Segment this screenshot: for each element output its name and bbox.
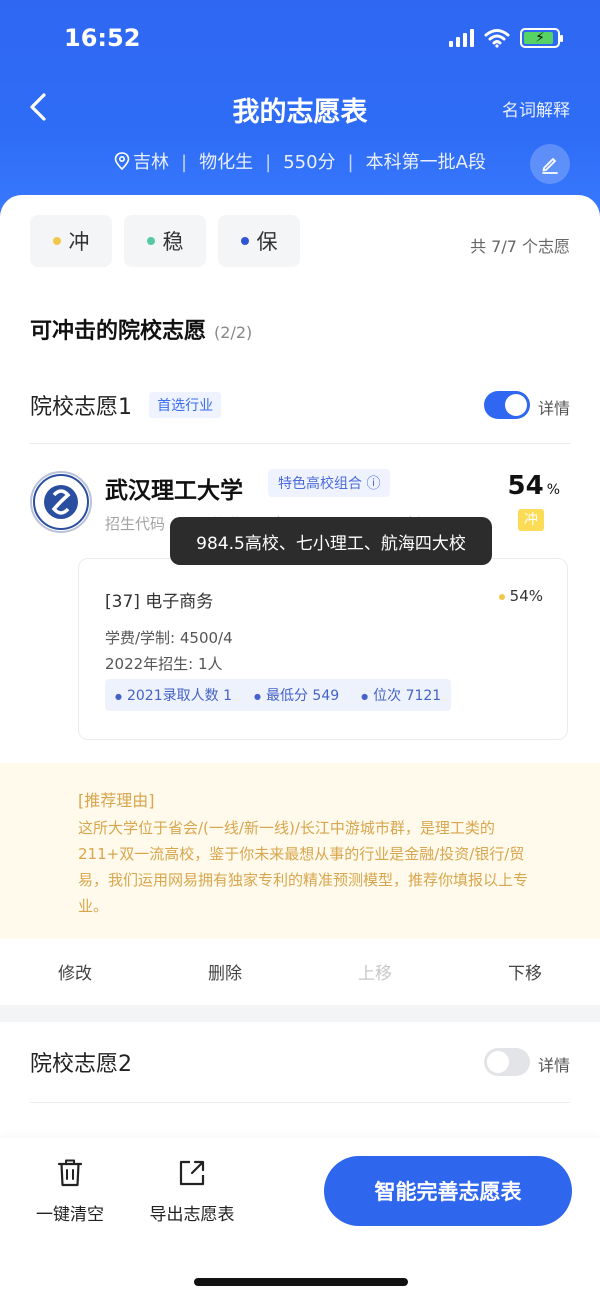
choice-label: 院校志愿2 (30, 1052, 132, 1077)
details-toggle[interactable] (484, 391, 530, 419)
section-title: 可冲击的院校志愿 (2/2) (30, 313, 252, 345)
edit-profile-button[interactable] (530, 144, 570, 184)
signal-icon (449, 29, 474, 47)
details-toggle[interactable] (484, 1048, 530, 1076)
profile-summary: 吉林 | 物化生 | 550分 | 本科第一批A段 (0, 148, 600, 174)
filter-chip-bao[interactable]: 保 (218, 215, 300, 267)
feature-tag[interactable]: 特色高校组合 ⓘ (268, 469, 391, 497)
major-probability: 54% (498, 587, 543, 605)
nav-bar: 我的志愿表 名词解释 (0, 86, 600, 132)
home-indicator (194, 1278, 408, 1286)
probability-dot (498, 593, 505, 600)
choice-card-1: 院校志愿1 首选行业 详情 武汉理工大学 特色高校组合 ⓘ 招生代码 4208 … (0, 365, 600, 1005)
delete-button[interactable]: 删除 (150, 943, 300, 1005)
status-icons: ⚡ (449, 28, 563, 48)
probability-value: 54 (507, 471, 544, 501)
reason-title: [推荐理由] (78, 791, 155, 810)
move-up-button: 上移 (358, 964, 392, 984)
profile-subjects: 物化生 (199, 152, 254, 173)
stat-admitted: 2021录取人数 1 (115, 685, 232, 705)
risk-badge: 冲 (518, 509, 544, 531)
battery-icon: ⚡ (520, 28, 563, 48)
filter-chip-wen[interactable]: 稳 (124, 215, 206, 267)
filter-sheet: 冲 稳 保 共 7/7 个志愿 可冲击的院校志愿 (2/2) (0, 195, 600, 365)
recommendation-reason: [推荐理由] 这所大学位于省会/(一线/新一线)/长江中游城市群，是理工类的21… (0, 763, 600, 939)
tuition-line: 学费/学制: 4500/4 (105, 629, 233, 647)
major-name: [37] 电子商务 (105, 592, 214, 612)
choice-label: 院校志愿1 (30, 395, 132, 420)
clear-all-label: 一键清空 (36, 1205, 104, 1225)
divider (30, 1102, 570, 1103)
export-label: 导出志愿表 (149, 1205, 235, 1225)
app-root: 16:52 ⚡ 我的志愿表 名词解释 吉林 | 物化生 | 550分 | 本科第… (0, 0, 600, 1299)
location-pin-icon (114, 152, 130, 171)
pencil-icon (542, 158, 558, 174)
industry-tag: 首选行业 (149, 392, 222, 418)
clear-all-button[interactable]: 一键清空 (30, 1156, 110, 1225)
profile-score: 550分 (283, 152, 336, 173)
major-card[interactable]: [37] 电子商务 54% 学费/学制: 4500/4 2022年招生: 1人 … (78, 558, 568, 740)
status-time: 16:52 (64, 24, 141, 52)
profile-batch: 本科第一批A段 (365, 152, 486, 173)
glossary-link[interactable]: 名词解释 (502, 96, 570, 121)
choice-card-header: 院校志愿1 首选行业 详情 (30, 389, 570, 429)
export-button[interactable]: 导出志愿表 (142, 1156, 242, 1225)
details-label: 详情 (537, 1056, 570, 1075)
section-title-text: 可冲击的院校志愿 (30, 319, 207, 344)
profile-location: 吉林 (133, 152, 170, 173)
chip-dot (52, 237, 61, 245)
chip-dot (240, 237, 249, 245)
chip-label: 冲 (68, 230, 90, 254)
divider (30, 443, 570, 444)
smart-complete-button[interactable]: 智能完善志愿表 (324, 1156, 572, 1226)
export-icon (179, 1160, 205, 1186)
wifi-icon (484, 29, 510, 48)
bottom-bar: 一键清空 导出志愿表 智能完善志愿表 (0, 1138, 600, 1299)
chip-dot (146, 237, 155, 245)
modify-button[interactable]: 修改 (0, 943, 150, 1005)
filter-chip-chong[interactable]: 冲 (30, 215, 112, 267)
enrollment-line: 2022年招生: 1人 (105, 655, 223, 673)
reason-text: 这所大学位于省会/(一线/新一线)/长江中游城市群，是理工类的211+双一流高校… (78, 819, 529, 915)
choice-card-header: 院校志愿2 详情 (30, 1046, 570, 1086)
risk-filter-chips: 冲 稳 保 (30, 215, 300, 267)
choice-count: 共 7/7 个志愿 (470, 237, 570, 256)
admission-probability: 54% (508, 471, 561, 501)
trash-icon (57, 1159, 83, 1187)
move-down-button[interactable]: 下移 (450, 943, 600, 1005)
status-bar: 16:52 ⚡ (0, 24, 600, 58)
feature-tooltip: 984.5高校、七小理工、航海四大校 (170, 517, 492, 565)
chip-label: 稳 (162, 230, 184, 254)
section-count: (2/2) (214, 323, 253, 342)
university-logo (30, 471, 92, 533)
choice-actions: 修改 删除 上移 下移 (0, 943, 600, 1005)
stat-rank: 位次 7121 (361, 685, 441, 705)
major-probability-value: 54% (509, 587, 543, 605)
admission-stats: 2021录取人数 1 最低分 549 位次 7121 (105, 679, 452, 711)
details-label: 详情 (537, 399, 570, 418)
university-name[interactable]: 武汉理工大学 (105, 471, 243, 505)
chip-label: 保 (256, 230, 278, 254)
probability-unit: % (546, 482, 560, 498)
stat-min-score: 最低分 549 (254, 685, 339, 705)
